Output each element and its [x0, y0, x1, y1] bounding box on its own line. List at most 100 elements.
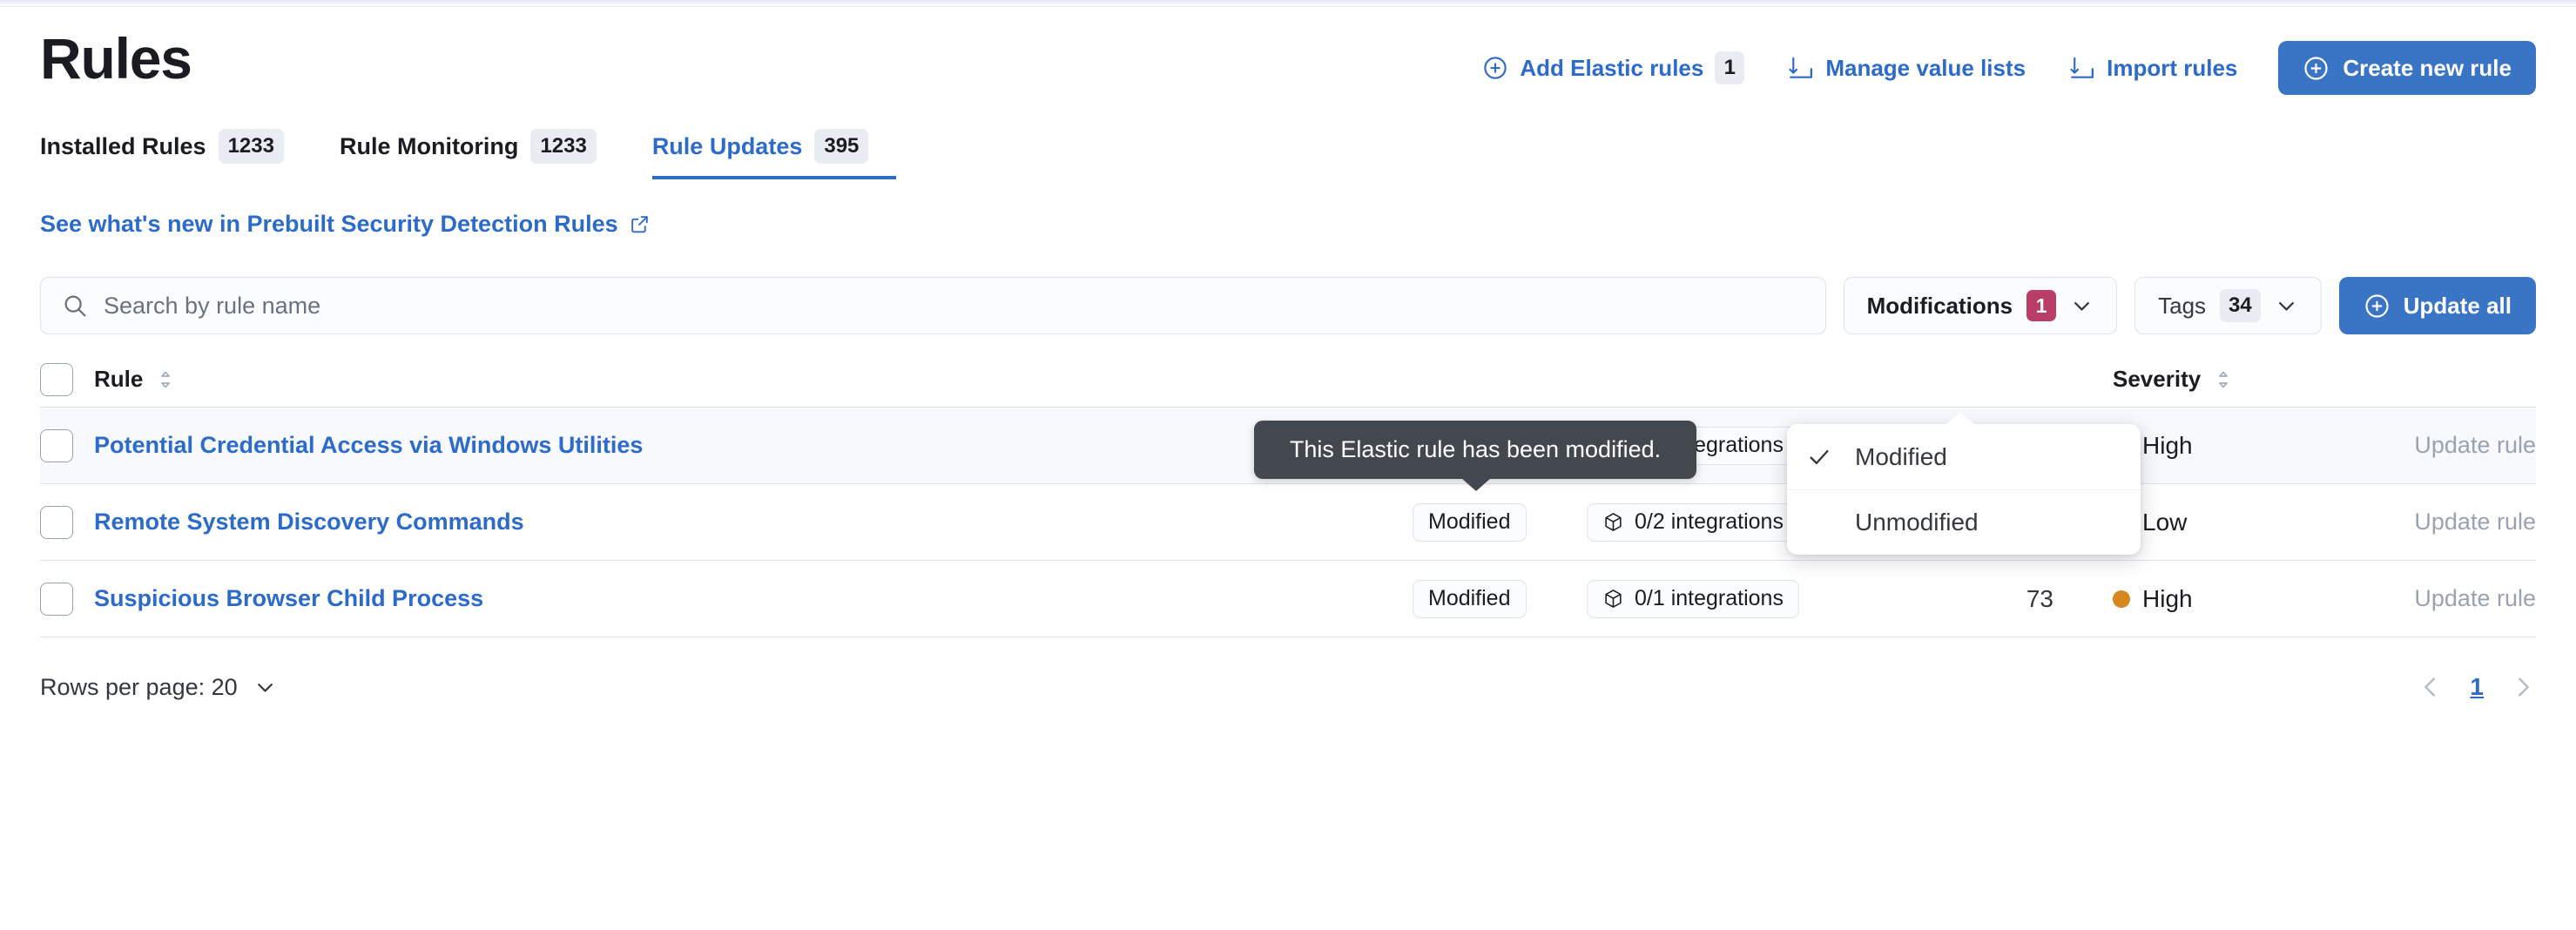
add-elastic-rules-button[interactable]: Add Elastic rules 1 [1460, 43, 1766, 93]
table-row: Suspicious Browser Child Process Modifie… [40, 561, 2536, 637]
select-all-checkbox[interactable] [40, 362, 73, 396]
dropdown-option-modified-label: Modified [1855, 442, 1947, 470]
row-select-cell [40, 428, 94, 462]
tooltip-arrow [1461, 478, 1491, 491]
select-all-cell [40, 362, 94, 396]
dropdown-option-unmodified-label: Unmodified [1855, 509, 1979, 536]
integrations-badge[interactable]: 0/2 integrations [1587, 502, 1799, 542]
sort-icon [2213, 369, 2234, 390]
update-rule-button[interactable]: Update rule [2414, 585, 2536, 611]
integrations-badge-label: 0/2 integrations [1635, 509, 1784, 534]
rule-name-link[interactable]: Remote System Discovery Commands [94, 509, 524, 535]
update-rule-button[interactable]: Update rule [2414, 509, 2536, 535]
add-elastic-rules-count: 1 [1715, 51, 1745, 84]
tab-installed-rules-label: Installed Rules [40, 132, 206, 159]
modifications-dropdown-panel: Modified Unmodified [1787, 412, 2141, 555]
row-action-cell: Update rule [2283, 509, 2536, 536]
dropdown-option-unmodified[interactable]: Unmodified [1787, 489, 2141, 555]
tab-rule-monitoring[interactable]: Rule Monitoring 1233 [340, 117, 624, 179]
external-link-icon [629, 213, 651, 235]
integrations-cell: 0/1 integrations [1587, 579, 1822, 618]
import-rules-button[interactable]: Import rules [2047, 43, 2259, 93]
tab-installed-rules-count: 1233 [218, 129, 284, 164]
create-new-rule-button[interactable]: Create new rule [2278, 41, 2536, 95]
severity-cell: High [2083, 585, 2283, 613]
whats-new-row: See what's new in Prebuilt Security Dete… [40, 211, 2536, 246]
rule-name-link[interactable]: Potential Credential Access via Windows … [94, 432, 643, 458]
whats-new-link[interactable]: See what's new in Prebuilt Security Dete… [40, 211, 651, 238]
risk-score-cell: 73 [1952, 585, 2083, 613]
check-icon [1806, 444, 1855, 470]
browser-chrome-strip [0, 0, 2576, 7]
rules-table: Rule Severity Potential Credential Acces… [40, 352, 2536, 637]
row-checkbox[interactable] [40, 428, 73, 462]
chevron-down-icon [2070, 294, 2094, 318]
header-actions: Add Elastic rules 1 Manage value lists I… [1460, 41, 2536, 95]
row-action-cell: Update rule [2283, 585, 2536, 612]
filter-bar: Modifications 1 Tags 34 U [40, 277, 2536, 334]
tab-rule-monitoring-label: Rule Monitoring [339, 132, 519, 159]
manage-value-lists-label: Manage value lists [1825, 54, 2026, 81]
create-new-rule-label: Create new rule [2343, 54, 2512, 81]
table-header-row: Rule Severity [40, 352, 2536, 408]
modifications-filter-badge: 1 [2026, 290, 2057, 321]
tab-installed-rules[interactable]: Installed Rules 1233 [40, 117, 312, 179]
rows-per-page-button[interactable]: Rows per page: 20 [40, 674, 277, 701]
table-row: Remote System Discovery Commands Modifie… [40, 484, 2536, 561]
page-title: Rules [40, 26, 192, 91]
search-field-wrapper[interactable] [40, 277, 1826, 334]
modifications-filter-label: Modifications [1866, 292, 2013, 319]
rows-per-page-label: Rows per page: 20 [40, 673, 238, 700]
modified-tooltip: This Elastic rule has been modified. [1254, 421, 1696, 491]
page-header: Rules Add Elastic rules 1 Manage value l… [40, 7, 2536, 111]
dropdown-option-modified[interactable]: Modified [1787, 424, 2141, 489]
modified-tooltip-text: This Elastic rule has been modified. [1289, 436, 1662, 462]
search-input[interactable] [104, 292, 1804, 320]
column-header-rule-label: Rule [94, 366, 144, 392]
column-header-severity-label: Severity [2113, 366, 2202, 392]
modifications-filter-button[interactable]: Modifications 1 [1843, 277, 2118, 334]
rule-name-cell: Suspicious Browser Child Process [94, 585, 1413, 612]
plus-circle-icon [2364, 293, 2391, 320]
column-header-severity[interactable]: Severity [2083, 366, 2283, 393]
column-header-rule[interactable]: Rule [94, 366, 1413, 393]
add-elastic-rules-label: Add Elastic rules [1520, 54, 1704, 81]
rule-name-cell: Potential Credential Access via Windows … [94, 432, 1413, 459]
import-icon [2069, 55, 2095, 81]
severity-dot [2113, 590, 2130, 608]
table-footer: Rows per page: 20 1 [40, 650, 2536, 724]
manage-value-lists-button[interactable]: Manage value lists [1766, 43, 2047, 93]
row-select-cell [40, 582, 94, 616]
rule-name-link[interactable]: Suspicious Browser Child Process [94, 585, 483, 611]
tab-rule-updates-count: 395 [814, 129, 869, 164]
pagination: 1 [2418, 673, 2536, 701]
plus-circle-icon [1482, 55, 1508, 81]
page-number-1[interactable]: 1 [2470, 673, 2484, 701]
severity-label: High [2142, 431, 2193, 459]
update-rule-button[interactable]: Update rule [2414, 432, 2536, 458]
modification-cell: Modified [1413, 579, 1587, 618]
tab-rule-updates[interactable]: Rule Updates 395 [651, 117, 897, 179]
package-icon [1602, 588, 1624, 610]
row-checkbox[interactable] [40, 582, 73, 616]
sort-icon [155, 369, 176, 390]
import-rules-label: Import rules [2107, 54, 2238, 81]
package-icon [1602, 511, 1624, 533]
row-checkbox[interactable] [40, 505, 73, 539]
tags-filter-button[interactable]: Tags 34 [2134, 277, 2322, 334]
modified-badge[interactable]: Modified [1413, 579, 1527, 618]
next-page-button[interactable] [2510, 674, 2536, 700]
risk-score-value: 73 [2026, 584, 2053, 612]
tags-filter-label: Tags [2158, 292, 2207, 319]
update-all-button[interactable]: Update all [2338, 277, 2536, 334]
modified-badge[interactable]: Modified [1413, 502, 1527, 542]
row-action-cell: Update rule [2283, 432, 2536, 459]
rule-name-cell: Remote System Discovery Commands [94, 509, 1413, 536]
integrations-badge[interactable]: 0/1 integrations [1587, 579, 1799, 618]
tags-filter-badge: 34 [2220, 289, 2261, 322]
dropdown-arrow [1945, 412, 1975, 425]
modification-cell: Modified [1413, 502, 1587, 542]
previous-page-button[interactable] [2418, 674, 2444, 700]
search-icon [62, 293, 88, 319]
severity-label: High [2142, 584, 2193, 612]
